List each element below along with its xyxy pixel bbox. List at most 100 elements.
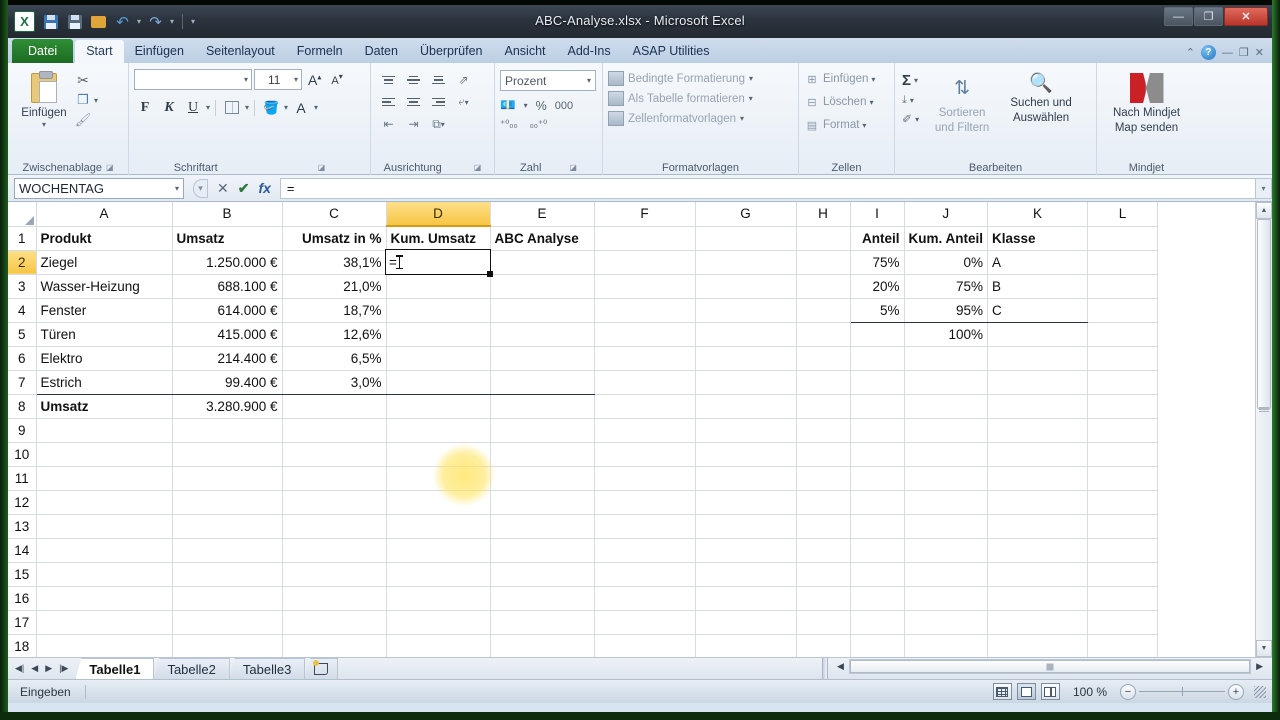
column-header-f[interactable]: F — [594, 202, 696, 227]
cell-A17[interactable] — [36, 610, 173, 635]
row-header-11[interactable]: 11 — [8, 466, 37, 491]
format-painter-button[interactable]: 🖌 — [75, 112, 98, 128]
zoom-out-button[interactable]: − — [1120, 683, 1136, 700]
cell-B4[interactable]: 614.000 € — [172, 298, 283, 323]
delete-cells-button[interactable]: ⊟ Löschen ▾ — [804, 94, 873, 110]
cell-B9[interactable] — [172, 418, 283, 443]
grow-font-button[interactable]: A▴ — [304, 72, 325, 88]
cell-A7[interactable]: Estrich — [36, 370, 173, 395]
cell-L7[interactable] — [1087, 370, 1159, 395]
row-header-8[interactable]: 8 — [8, 394, 37, 419]
cell-H2[interactable] — [796, 250, 851, 275]
cell-A11[interactable] — [36, 466, 173, 491]
cell-H16[interactable] — [796, 586, 851, 611]
insert-function-icon[interactable]: fx — [258, 180, 270, 196]
increase-indent-button[interactable]: ⇥ — [401, 113, 426, 135]
cell-E8[interactable] — [490, 394, 595, 419]
cell-C15[interactable] — [282, 562, 387, 587]
row-header-1[interactable]: 1 — [8, 226, 37, 251]
cell-K12[interactable] — [987, 490, 1089, 515]
cell-C17[interactable] — [282, 610, 387, 635]
wrap-text-caret-icon[interactable]: ▾ — [465, 98, 469, 107]
resize-grip[interactable] — [1254, 685, 1266, 698]
cell-J15[interactable] — [904, 562, 989, 587]
cell-I15[interactable] — [850, 562, 905, 587]
cell-K17[interactable] — [987, 610, 1089, 635]
cell-E17[interactable] — [490, 610, 595, 635]
cell-A6[interactable]: Elektro — [36, 346, 173, 371]
cell-H13[interactable] — [796, 514, 851, 539]
print-preview-button[interactable] — [65, 12, 84, 31]
cell-G11[interactable] — [695, 466, 797, 491]
tab-datei[interactable]: Datei — [12, 39, 74, 63]
cell-K16[interactable] — [987, 586, 1089, 611]
cell-B5[interactable]: 415.000 € — [172, 322, 283, 347]
hscroll-left-button[interactable]: ◀ — [832, 661, 849, 672]
cell-E4[interactable] — [490, 298, 595, 323]
cancel-formula-icon[interactable]: ✕ — [217, 180, 229, 197]
format-as-table-button[interactable]: Als Tabelle formatieren ▾ — [608, 91, 753, 106]
cell-B15[interactable] — [172, 562, 283, 587]
tab-start[interactable]: Start — [75, 40, 124, 63]
cell-B10[interactable] — [172, 442, 283, 467]
orientation-button[interactable]: ⇗ — [451, 69, 476, 91]
cell-A15[interactable] — [36, 562, 173, 587]
cell-K14[interactable] — [987, 538, 1089, 563]
cell-H1[interactable] — [796, 226, 851, 251]
underline-caret-icon[interactable]: ▾ — [206, 103, 210, 112]
cell-F3[interactable] — [594, 274, 696, 299]
cell-G1[interactable] — [695, 226, 797, 251]
merge-cells-button[interactable]: ⧉ ▾ — [426, 113, 451, 135]
cell-D15[interactable] — [386, 562, 491, 587]
font-name-caret-icon[interactable]: ▾ — [244, 75, 248, 84]
cell-D10[interactable] — [386, 442, 491, 467]
cell-C6[interactable]: 6,5% — [282, 346, 387, 371]
percent-style-button[interactable]: % — [536, 99, 547, 113]
cell-B1[interactable]: Umsatz — [172, 226, 283, 251]
scroll-down-button[interactable]: ▼ — [1256, 640, 1272, 657]
minimize-button[interactable]: — — [1164, 7, 1193, 26]
save-button[interactable] — [41, 12, 60, 31]
cell-F1[interactable] — [594, 226, 696, 251]
column-header-e[interactable]: E — [490, 202, 595, 227]
cell-K13[interactable] — [987, 514, 1089, 539]
cell-A8[interactable]: Umsatz — [36, 394, 173, 419]
row-header-18[interactable]: 18 — [8, 634, 37, 657]
cell-G12[interactable] — [695, 490, 797, 515]
cell-E9[interactable] — [490, 418, 595, 443]
cell-C5[interactable]: 12,6% — [282, 322, 387, 347]
hscroll-track[interactable] — [848, 659, 1252, 674]
cell-J4[interactable]: 95% — [904, 298, 989, 323]
align-middle-button[interactable] — [401, 69, 426, 91]
cell-E10[interactable] — [490, 442, 595, 467]
cell-A4[interactable]: Fenster — [36, 298, 173, 323]
cell-K11[interactable] — [987, 466, 1089, 491]
cell-I2[interactable]: 75% — [850, 250, 905, 275]
cell-G15[interactable] — [695, 562, 797, 587]
number-format-caret-icon[interactable]: ▾ — [587, 76, 591, 85]
zoom-in-button[interactable]: + — [1228, 683, 1244, 700]
doc-close-icon[interactable]: ✕ — [1255, 46, 1264, 59]
cell-D18[interactable] — [386, 634, 491, 657]
first-sheet-button[interactable]: ◀| — [15, 663, 24, 674]
cell-H14[interactable] — [796, 538, 851, 563]
cell-J7[interactable] — [904, 370, 989, 395]
cell-C12[interactable] — [282, 490, 387, 515]
help-icon[interactable]: ? — [1200, 45, 1216, 60]
cell-A2[interactable]: Ziegel — [36, 250, 173, 275]
cell-L13[interactable] — [1087, 514, 1159, 539]
cell-D12[interactable] — [386, 490, 491, 515]
cell-I3[interactable]: 20% — [850, 274, 905, 299]
row-header-2[interactable]: 2 — [8, 250, 37, 275]
cell-B3[interactable]: 688.100 € — [172, 274, 283, 299]
cell-B8[interactable]: 3.280.900 € — [172, 394, 283, 419]
cell-K15[interactable] — [987, 562, 1089, 587]
cell-C16[interactable] — [282, 586, 387, 611]
tab-daten[interactable]: Daten — [354, 40, 409, 63]
cell-I18[interactable] — [850, 634, 905, 657]
row-header-16[interactable]: 16 — [8, 586, 37, 611]
cell-L6[interactable] — [1087, 346, 1159, 371]
cell-H4[interactable] — [796, 298, 851, 323]
cell-D7[interactable] — [386, 370, 491, 395]
clear-caret-icon[interactable]: ▾ — [915, 115, 919, 124]
